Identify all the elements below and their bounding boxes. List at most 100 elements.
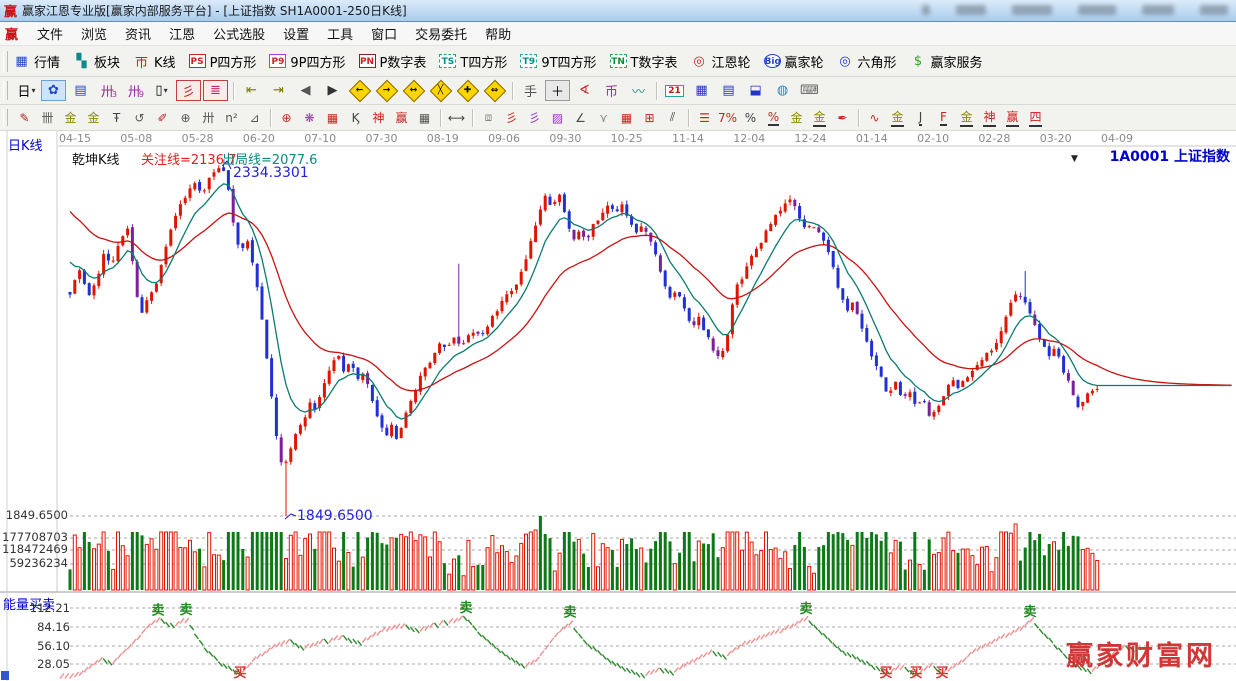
9t-square-button[interactable]: T99T四方形 <box>520 52 596 71</box>
wave-tool-button[interactable]: 〰 <box>626 80 651 101</box>
menu-帮助[interactable]: 帮助 <box>476 22 520 45</box>
k-quote-tool[interactable]: Ϗ <box>344 108 367 128</box>
ruler-grid-tool[interactable]: 卌 <box>36 108 59 128</box>
angle-ruler-tool[interactable]: ⊿ <box>243 108 266 128</box>
gann-fan-box-tool[interactable]: 彡 <box>523 108 546 128</box>
f-angle-tool[interactable]: F <box>932 108 955 128</box>
info-list-button[interactable]: ▤ <box>68 80 93 101</box>
kline-chart-canvas[interactable]: 04-1505-0805-2806-2007-1007-3008-1909-06… <box>0 131 1236 681</box>
collapse-caret-icon[interactable]: ▼ <box>1071 154 1078 164</box>
v-line-tool[interactable]: ⋎ <box>592 108 615 128</box>
ink-brush-tool[interactable]: ✒ <box>831 108 854 128</box>
gann-tool-button[interactable]: 币 <box>599 80 624 101</box>
chart-region[interactable]: 04-1505-0805-2806-2007-1007-3008-1909-06… <box>0 131 1236 681</box>
titlebar-widgets[interactable] <box>922 5 1228 15</box>
tick-grid-tool[interactable]: 卅 <box>197 108 220 128</box>
next-button[interactable]: ▶ <box>320 80 345 101</box>
wave-a-tool[interactable]: ∿ <box>863 108 886 128</box>
toolbar-grip[interactable] <box>3 81 8 100</box>
circle-grid-tool[interactable]: ⊕ <box>174 108 197 128</box>
shen-angle-tool[interactable]: 神 <box>978 108 1001 128</box>
grid123-tool[interactable]: ▦ <box>413 108 436 128</box>
notes-button[interactable]: ▤ <box>716 80 741 101</box>
red-mesh2-tool[interactable]: ⊞ <box>638 108 661 128</box>
percent7-tool[interactable]: 7% <box>716 108 739 128</box>
volume-profile-button[interactable]: ≣ <box>203 80 228 101</box>
wave9-button[interactable]: 卅9 <box>122 80 147 101</box>
chip-distribution-button[interactable]: 彡 <box>176 80 201 101</box>
zoom-h-diamond[interactable]: ↔ <box>401 80 426 101</box>
p-square-button[interactable]: PSP四方形 <box>189 52 257 71</box>
titlebar-widget[interactable] <box>956 5 986 15</box>
period-day-button[interactable]: 日▾ <box>14 80 39 101</box>
j-angle-tool[interactable]: J <box>909 108 932 128</box>
compress-diamond[interactable]: ╳ <box>428 80 453 101</box>
kline-button[interactable]: 帀K线 <box>133 52 176 71</box>
title-bar[interactable]: 赢 赢家江恩专业版[赢家内部服务平台] - [上证指数 SH1A0001-250… <box>0 0 1236 22</box>
gold-angle-tool[interactable]: 金 <box>955 108 978 128</box>
sectors-button[interactable]: ▚板块 <box>73 52 120 71</box>
titlebar-widget[interactable] <box>1012 5 1052 15</box>
menu-工具[interactable]: 工具 <box>318 22 362 45</box>
menu-文件[interactable]: 文件 <box>28 22 72 45</box>
save-button[interactable]: ⬓ <box>743 80 768 101</box>
toolbar-grip[interactable] <box>3 109 8 127</box>
ying-tool[interactable]: 赢 <box>390 108 413 128</box>
qiankun-pattern-button[interactable]: ✿ <box>41 80 66 101</box>
t-square-button[interactable]: TST四方形 <box>439 52 507 71</box>
menu-公式选股[interactable]: 公式选股 <box>204 22 274 45</box>
purple-grid-tool[interactable]: ▨ <box>546 108 569 128</box>
menu-江恩[interactable]: 江恩 <box>160 22 204 45</box>
prev-button[interactable]: ◀ <box>293 80 318 101</box>
red-pen-tool[interactable]: ✐ <box>151 108 174 128</box>
9p-square-button[interactable]: P99P四方形 <box>269 52 345 71</box>
pan-hand-button[interactable]: 手 <box>518 80 543 101</box>
gold-channel-tool[interactable]: 金 <box>886 108 909 128</box>
percent-tool[interactable]: % <box>739 108 762 128</box>
fit-diamond[interactable]: ⇔ <box>482 80 507 101</box>
crosshair-button[interactable]: ＋ <box>545 80 570 101</box>
winner-wheel-button[interactable]: Big赢家轮 <box>764 52 824 71</box>
titlebar-widget[interactable] <box>1142 5 1174 15</box>
gold-gate1-tool[interactable]: 金 <box>59 108 82 128</box>
angle-measure-button[interactable]: ∢ <box>572 80 597 101</box>
percent-bar-tool[interactable]: % <box>762 108 785 128</box>
market-quotes-button[interactable]: ▦行情 <box>13 52 60 71</box>
gann-wheel-button[interactable]: ◎江恩轮 <box>691 52 751 71</box>
last-page-button[interactable]: ⇥ <box>266 80 291 101</box>
angle-line-tool[interactable]: ∠ <box>569 108 592 128</box>
star-wheel-tool[interactable]: ❋ <box>298 108 321 128</box>
menu-浏览[interactable]: 浏览 <box>72 22 116 45</box>
gann-fan-tool[interactable]: 彡 <box>500 108 523 128</box>
gold-underline-tool[interactable]: 金 <box>808 108 831 128</box>
spiral-tool[interactable]: ↺ <box>128 108 151 128</box>
workstation-button[interactable]: ⌨ <box>797 80 822 101</box>
titlebar-widget[interactable] <box>1078 5 1116 15</box>
zoom-right-diamond[interactable]: → <box>374 80 399 101</box>
corner-grip[interactable] <box>1 671 9 680</box>
expand-diamond[interactable]: ✚ <box>455 80 480 101</box>
gann-box-tool[interactable]: ⧈ <box>477 108 500 128</box>
p-table-button[interactable]: PNP数字表 <box>359 52 427 71</box>
four-angle-tool[interactable]: 四 <box>1024 108 1047 128</box>
hexagon-button[interactable]: ◎六角形 <box>837 52 897 71</box>
width-measure-tool[interactable]: ⟷ <box>445 108 468 128</box>
brush-tool[interactable]: ✎ <box>13 108 36 128</box>
web-sync-button[interactable]: ◍ <box>770 80 795 101</box>
menu-窗口[interactable]: 窗口 <box>362 22 406 45</box>
titlebar-widget[interactable] <box>1200 5 1228 15</box>
wave3-button[interactable]: 卅3 <box>95 80 120 101</box>
gold-circle-tool[interactable]: 金 <box>785 108 808 128</box>
red-mesh-tool[interactable]: ▦ <box>615 108 638 128</box>
titlebar-widget[interactable] <box>922 5 930 15</box>
menu-资讯[interactable]: 资讯 <box>116 22 160 45</box>
toolbar-grip[interactable] <box>3 51 8 72</box>
zoom-left-diamond[interactable]: ← <box>347 80 372 101</box>
calendar-button[interactable]: 21 <box>662 80 687 101</box>
t-table-button[interactable]: TNT数字表 <box>610 52 678 71</box>
first-page-button[interactable]: ⇤ <box>239 80 264 101</box>
menu-设置[interactable]: 设置 <box>274 22 318 45</box>
circle-cross-tool[interactable]: ⊕ <box>275 108 298 128</box>
parallel-lines-tool[interactable]: ⫽ <box>661 108 684 128</box>
ying-angle-tool[interactable]: 赢 <box>1001 108 1024 128</box>
